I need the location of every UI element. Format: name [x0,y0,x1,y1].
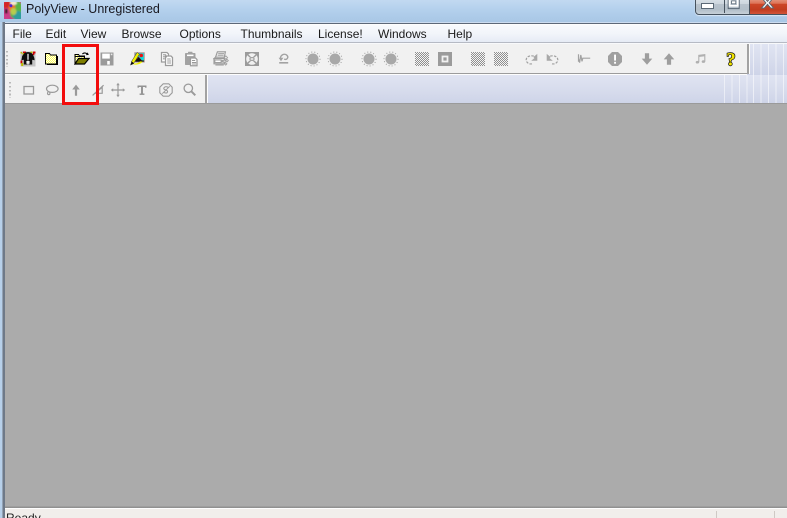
svg-text:?: ? [726,50,736,70]
